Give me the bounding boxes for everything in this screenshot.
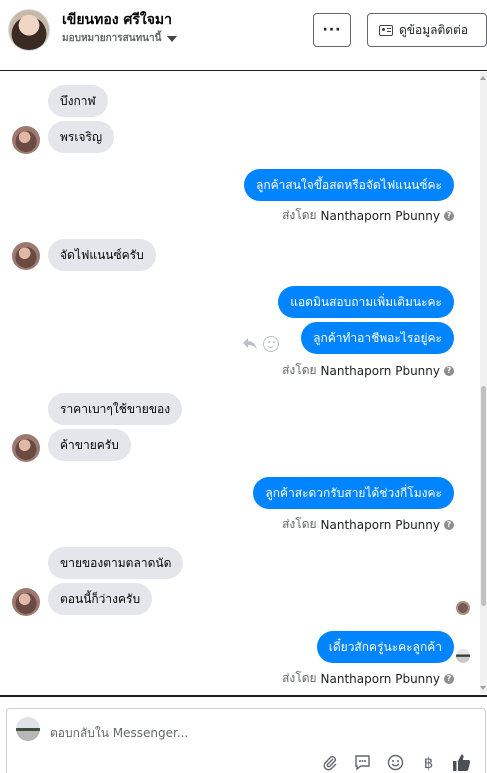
contact-card-icon bbox=[379, 24, 393, 36]
view-contact-info-label: ดูข้อมูลติดต่อ bbox=[399, 22, 469, 37]
react-emoji-icon[interactable] bbox=[263, 336, 279, 352]
sent-by-label: ส่งโดย Nanthaporn Pbunny ? bbox=[282, 669, 454, 688]
view-contact-info-button[interactable]: ดูข้อมูลติดต่อ bbox=[367, 13, 487, 47]
page-avatar bbox=[16, 717, 40, 741]
thumbs-up-icon[interactable] bbox=[452, 753, 471, 772]
message-thread[interactable]: บึงกาฬ พรเจริญ ลูกค้าสนใจขึ้อสดหรือจัดไฟ… bbox=[0, 72, 480, 694]
conversation-header: เขียนทอง ศรีใจมา มอบหมายการสนทนานี้ ··· … bbox=[0, 0, 487, 71]
info-icon[interactable]: ? bbox=[444, 519, 454, 530]
message-outgoing[interactable]: เดี๋ยวสักครู่นะคะลูกค้า bbox=[316, 631, 454, 663]
baht-icon[interactable]: ฿ bbox=[419, 753, 438, 772]
sent-by-name: Nanthaporn Pbunny bbox=[320, 363, 440, 378]
message-outgoing[interactable]: แอดมินสอบถามเพิ่มเติมนะคะ bbox=[278, 286, 454, 318]
message-incoming[interactable]: ขายของตามตลาดนัด bbox=[48, 547, 184, 579]
message-composer[interactable]: ตอบกลับใน Messenger... ฿ bbox=[6, 708, 486, 773]
sent-by-prefix: ส่งโดย bbox=[282, 671, 317, 685]
message-outgoing[interactable]: ลูกค้าทำอาชีพอะไรอยู่คะ bbox=[301, 322, 454, 354]
message-incoming[interactable]: จัดไฟแนนซ์ครับ bbox=[48, 239, 156, 271]
message-incoming[interactable]: ตอนนี้ก็ว่างครับ bbox=[48, 583, 153, 615]
scroll-down-arrow-icon[interactable] bbox=[480, 686, 486, 690]
info-icon[interactable]: ? bbox=[444, 365, 454, 376]
message-incoming[interactable]: บึงกาฬ bbox=[48, 85, 108, 117]
reply-input[interactable]: ตอบกลับใน Messenger... bbox=[50, 724, 188, 743]
sent-by-label: ส่งโดย Nanthaporn Pbunny ? bbox=[282, 206, 454, 225]
sender-avatar[interactable] bbox=[12, 588, 40, 616]
message-incoming[interactable]: ราคาเบาๆใช้ขายของ bbox=[48, 393, 183, 425]
sender-avatar[interactable] bbox=[12, 242, 40, 270]
sender-avatar[interactable] bbox=[12, 434, 40, 462]
sent-by-name: Nanthaporn Pbunny bbox=[320, 517, 440, 532]
message-incoming[interactable]: พรเจริญ bbox=[48, 121, 115, 153]
sent-by-name: Nanthaporn Pbunny bbox=[320, 208, 440, 223]
info-icon[interactable]: ? bbox=[444, 210, 454, 221]
composer-toolbar: ฿ bbox=[320, 753, 471, 772]
sent-by-prefix: ส่งโดย bbox=[282, 517, 317, 531]
seen-by-avatar bbox=[456, 649, 470, 663]
sent-by-label: ส่งโดย Nanthaporn Pbunny ? bbox=[282, 515, 454, 534]
contact-avatar[interactable] bbox=[8, 9, 50, 51]
reply-icon[interactable] bbox=[242, 337, 258, 351]
sent-by-name: Nanthaporn Pbunny bbox=[320, 671, 440, 686]
assign-conversation-dropdown[interactable]: มอบหมายการสนทนานี้ bbox=[62, 31, 178, 46]
message-outgoing[interactable]: ลูกค้าสะดวกรับสายได้ช่วงกี่โมงคะ bbox=[253, 477, 454, 509]
chat-bubble-icon[interactable] bbox=[353, 753, 372, 772]
more-options-button[interactable]: ··· bbox=[313, 13, 351, 47]
sent-by-prefix: ส่งโดย bbox=[282, 363, 317, 377]
contact-name[interactable]: เขียนทอง ศรีใจมา bbox=[62, 9, 172, 31]
caret-down-icon bbox=[167, 35, 178, 42]
assign-label: มอบหมายการสนทนานี้ bbox=[62, 33, 162, 44]
paperclip-icon[interactable] bbox=[320, 753, 339, 772]
message-incoming[interactable]: ค้าขายครับ bbox=[48, 429, 131, 461]
message-outgoing[interactable]: ลูกค้าสนใจขึ้อสดหรือจัดไฟแนนซ์คะ bbox=[243, 169, 454, 201]
read-receipt-avatar bbox=[456, 601, 470, 615]
sent-by-prefix: ส่งโดย bbox=[282, 208, 317, 222]
scrollbar-thumb[interactable] bbox=[481, 386, 486, 606]
sent-by-label: ส่งโดย Nanthaporn Pbunny ? bbox=[282, 361, 454, 380]
sender-avatar[interactable] bbox=[12, 126, 40, 154]
composer-divider bbox=[0, 695, 487, 697]
scroll-up-arrow-icon[interactable] bbox=[480, 76, 486, 80]
emoji-icon[interactable] bbox=[386, 753, 405, 772]
info-icon[interactable]: ? bbox=[444, 673, 454, 684]
